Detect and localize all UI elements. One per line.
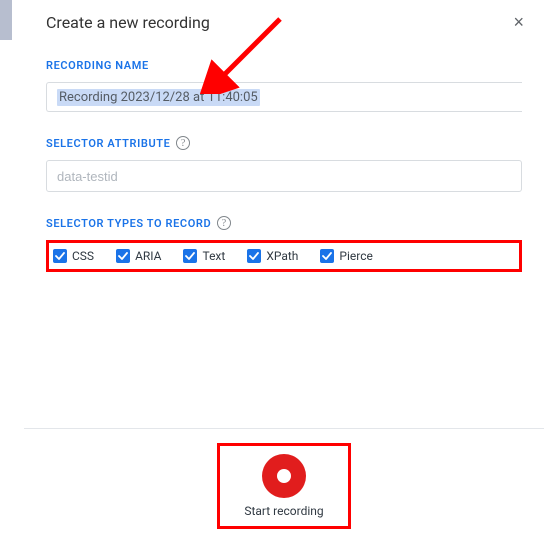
- checkbox-css[interactable]: CSS: [53, 249, 94, 263]
- footer: Start recording: [24, 429, 544, 539]
- checkbox-label: CSS: [72, 249, 94, 263]
- record-icon: [277, 469, 291, 483]
- help-icon[interactable]: ?: [217, 216, 231, 230]
- checkbox-icon: [183, 249, 197, 263]
- checkbox-icon: [53, 249, 67, 263]
- create-recording-panel: Create a new recording × RECORDING NAME …: [24, 0, 544, 539]
- checkbox-aria[interactable]: ARIA: [116, 249, 161, 263]
- recording-name-input[interactable]: Recording 2023/12/28 at 11:40:05: [46, 82, 522, 112]
- selector-attribute-input[interactable]: [46, 160, 522, 192]
- checkbox-xpath[interactable]: XPath: [247, 249, 298, 263]
- section-recording-name: RECORDING NAME Recording 2023/12/28 at 1…: [24, 49, 544, 126]
- panel-header: Create a new recording ×: [24, 0, 544, 49]
- close-button[interactable]: ×: [507, 10, 530, 35]
- section-selector-attribute: SELECTOR ATTRIBUTE ?: [24, 126, 544, 206]
- selector-types-label: SELECTOR TYPES TO RECORD ?: [46, 216, 522, 230]
- checkbox-text[interactable]: Text: [183, 249, 225, 263]
- checkbox-icon: [320, 249, 334, 263]
- help-icon[interactable]: ?: [176, 136, 190, 150]
- selector-types-row: CSS ARIA Text XPath: [46, 240, 522, 272]
- start-recording-label: Start recording: [244, 504, 323, 518]
- left-gutter: [0, 0, 12, 40]
- panel-title: Create a new recording: [46, 13, 210, 32]
- start-recording-highlight: Start recording: [217, 443, 350, 529]
- recording-name-value: Recording 2023/12/28 at 11:40:05: [57, 89, 260, 106]
- checkbox-label: Pierce: [339, 249, 372, 263]
- checkbox-label: Text: [202, 249, 225, 263]
- checkbox-icon: [116, 249, 130, 263]
- start-recording-button[interactable]: [262, 454, 306, 498]
- selector-types-label-text: SELECTOR TYPES TO RECORD: [46, 217, 211, 230]
- selector-attribute-label-text: SELECTOR ATTRIBUTE: [46, 137, 170, 150]
- recording-name-label: RECORDING NAME: [46, 59, 522, 72]
- section-selector-types: SELECTOR TYPES TO RECORD ? CSS ARIA Te: [24, 206, 544, 286]
- checkbox-icon: [247, 249, 261, 263]
- checkbox-pierce[interactable]: Pierce: [320, 249, 372, 263]
- selector-attribute-label: SELECTOR ATTRIBUTE ?: [46, 136, 522, 150]
- checkbox-label: XPath: [266, 249, 298, 263]
- checkbox-label: ARIA: [135, 249, 161, 263]
